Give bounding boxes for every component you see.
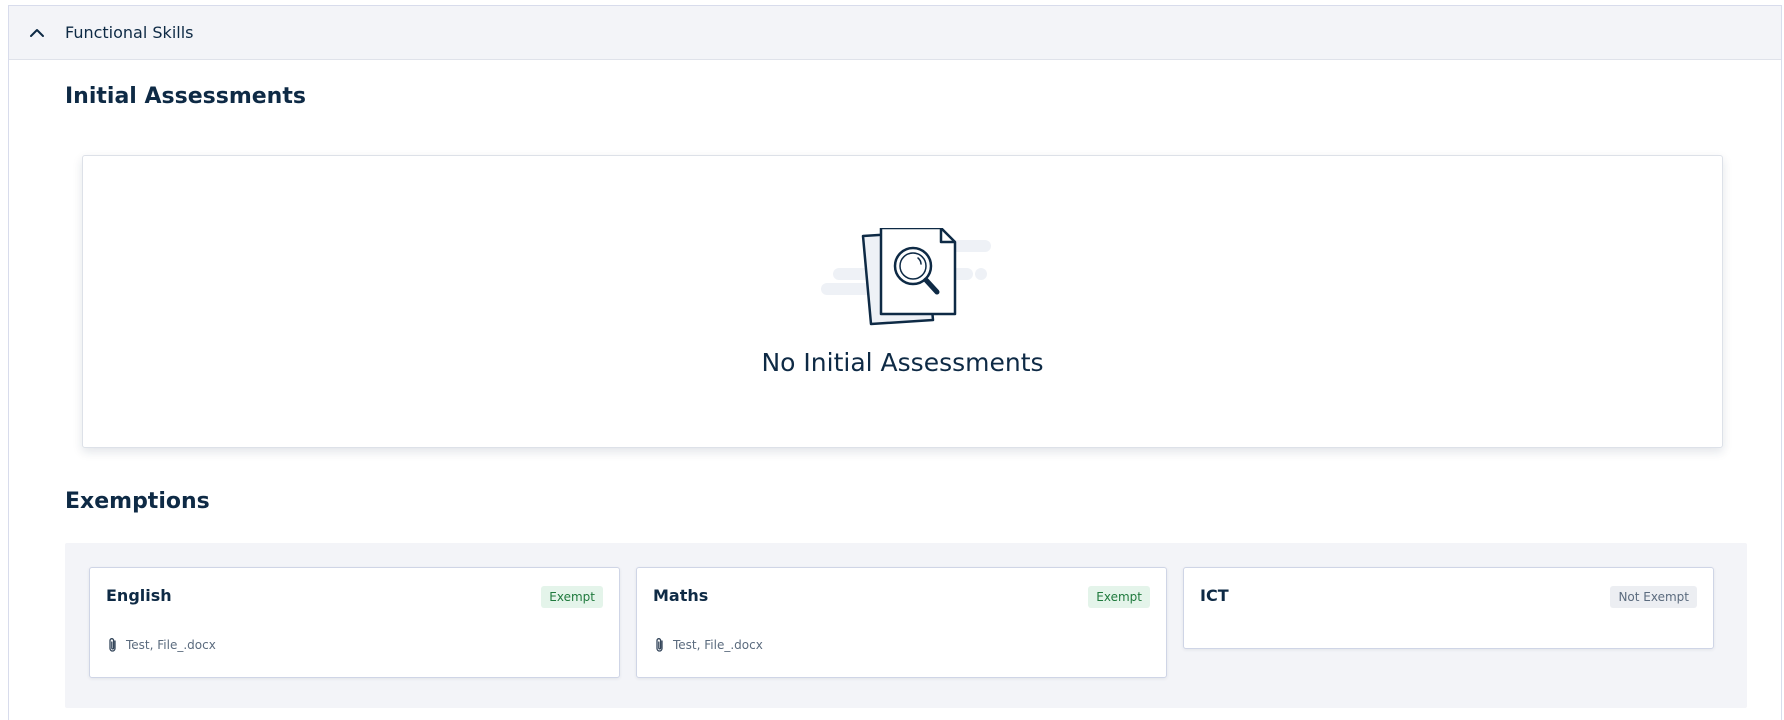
status-badge: Not Exempt	[1610, 586, 1697, 608]
exemption-subject: Maths	[653, 586, 709, 605]
initial-assessments-title: Initial Assessments	[65, 84, 306, 109]
paperclip-icon	[106, 637, 120, 653]
document-search-icon	[821, 226, 993, 328]
accordion-header[interactable]: Functional Skills	[9, 6, 1781, 60]
attachment-filename: Test, File_.docx	[126, 638, 216, 652]
paperclip-icon	[653, 637, 667, 653]
exemptions-title: Exemptions	[65, 489, 210, 514]
exemptions-list: English Exempt Test, File_.docx Maths Ex…	[65, 543, 1747, 708]
attachment-link[interactable]: Test, File_.docx	[653, 637, 763, 653]
attachment-link[interactable]: Test, File_.docx	[106, 637, 216, 653]
functional-skills-panel: Functional Skills Initial Assessments No…	[8, 5, 1782, 720]
exemption-card-english[interactable]: English Exempt Test, File_.docx	[89, 567, 620, 678]
exemption-subject: ICT	[1200, 586, 1229, 605]
attachment-filename: Test, File_.docx	[673, 638, 763, 652]
chevron-up-icon[interactable]	[27, 23, 47, 43]
initial-assessments-empty-state: No Initial Assessments	[82, 155, 1723, 448]
status-badge: Exempt	[541, 586, 603, 608]
exemption-card-ict[interactable]: ICT Not Exempt	[1183, 567, 1714, 649]
exemption-card-maths[interactable]: Maths Exempt Test, File_.docx	[636, 567, 1167, 678]
empty-state-message: No Initial Assessments	[761, 348, 1044, 377]
exemption-subject: English	[106, 586, 172, 605]
status-badge: Exempt	[1088, 586, 1150, 608]
accordion-title: Functional Skills	[65, 23, 194, 42]
